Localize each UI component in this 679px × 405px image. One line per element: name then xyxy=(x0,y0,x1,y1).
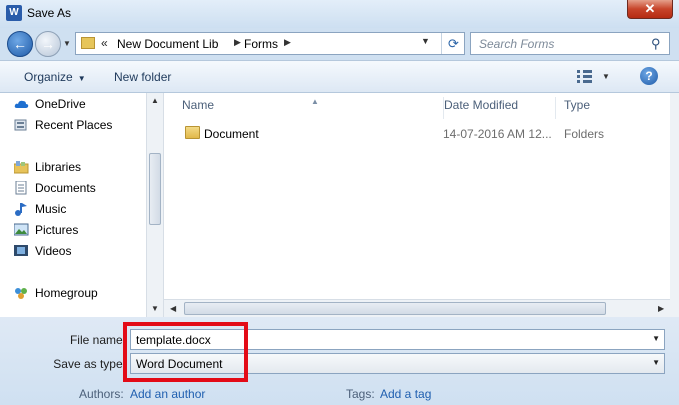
address-bar[interactable]: « New Document Lib ▶ Forms ▶ ▼ ⟳ xyxy=(75,32,465,55)
right-edge-scrollbar xyxy=(670,93,679,317)
sidebar-item-label: Documents xyxy=(35,181,96,195)
sidebar-item-homegroup[interactable]: Homegroup xyxy=(15,284,98,302)
sidebar-item-label: Music xyxy=(35,202,67,216)
view-dropdown-icon[interactable]: ▼ xyxy=(602,72,610,81)
breadcrumb-segment[interactable]: New Document Lib xyxy=(117,37,218,51)
organize-label: Organize xyxy=(24,70,73,84)
libraries-icon xyxy=(14,161,29,174)
scroll-up-icon[interactable]: ▲ xyxy=(151,96,159,105)
sidebar-item-label: Libraries xyxy=(35,160,82,174)
add-tag-link[interactable]: Add a tag xyxy=(380,387,431,401)
column-header-label: Name xyxy=(182,98,215,112)
column-header-label: Date Modified xyxy=(444,98,519,112)
horizontal-scrollbar[interactable]: ◀ ▶ xyxy=(164,299,671,317)
new-folder-button[interactable]: New folder xyxy=(114,70,171,84)
sidebar-scrollbar[interactable]: ▲ ▼ xyxy=(146,93,163,317)
sidebar-item-music[interactable]: Music xyxy=(15,200,67,218)
chevron-down-icon[interactable]: ▼ xyxy=(652,334,660,343)
file-name: Document xyxy=(204,127,259,141)
homegroup-icon xyxy=(15,288,27,299)
path-overflow-chevron[interactable]: « xyxy=(101,36,108,50)
close-button[interactable]: ✕ xyxy=(627,0,673,19)
pictures-icon xyxy=(14,223,29,236)
column-header-label: Type xyxy=(564,98,591,112)
save-type-label: Save as type: xyxy=(53,357,126,371)
refresh-icon[interactable]: ⟳ xyxy=(441,33,465,54)
word-icon: W xyxy=(6,5,22,21)
authors-label: Authors: xyxy=(79,387,124,401)
documents-icon xyxy=(15,181,27,195)
chevron-down-icon: ▼ xyxy=(77,74,86,83)
videos-icon xyxy=(14,245,28,256)
sidebar-item-onedrive[interactable]: OneDrive xyxy=(14,95,86,113)
help-icon[interactable]: ? xyxy=(640,67,658,85)
column-header-name[interactable]: ▲ Name xyxy=(174,97,444,119)
folder-icon xyxy=(185,126,200,139)
highlight-box xyxy=(123,322,248,382)
file-date: 14-07-2016 AM 12... xyxy=(443,127,552,141)
navigation-bar: ← → ▼ « New Document Lib ▶ Forms ▶ ▼ ⟳ S… xyxy=(0,28,679,60)
address-dropdown-icon[interactable]: ▼ xyxy=(421,36,430,46)
sidebar-item-label: OneDrive xyxy=(35,97,86,111)
tags-label: Tags: xyxy=(346,387,375,401)
search-input[interactable]: Search Forms ⚲ xyxy=(470,32,670,55)
folder-icon xyxy=(81,37,95,49)
navigation-pane: OneDrive Recent Places Libraries Documen… xyxy=(0,93,163,317)
sort-ascending-icon: ▲ xyxy=(311,97,319,106)
file-name-label: File name: xyxy=(69,333,126,347)
column-header-type[interactable]: Type xyxy=(556,97,666,119)
forward-button[interactable]: → xyxy=(35,31,61,57)
cloud-icon xyxy=(14,100,29,108)
breadcrumb-arrow-icon[interactable]: ▶ xyxy=(234,37,241,48)
column-header-date[interactable]: Date Modified xyxy=(436,97,556,119)
sidebar-item-label: Pictures xyxy=(35,223,79,237)
command-toolbar: Organize ▼ New folder ▼ ? xyxy=(0,60,679,93)
sidebar-item-libraries[interactable]: Libraries xyxy=(14,158,82,176)
sidebar-item-videos[interactable]: Videos xyxy=(14,242,72,260)
breadcrumb-segment[interactable]: Forms xyxy=(244,37,278,51)
sidebar-scroll-thumb[interactable] xyxy=(149,153,161,225)
view-options-icon[interactable] xyxy=(577,69,593,83)
scroll-down-icon[interactable]: ▼ xyxy=(151,304,159,313)
table-row[interactable]: Document 14-07-2016 AM 12... Folders xyxy=(164,123,671,145)
organize-button[interactable]: Organize ▼ xyxy=(24,70,86,84)
sidebar-item-label: Videos xyxy=(35,244,72,258)
sidebar-item-documents[interactable]: Documents xyxy=(15,179,96,197)
scroll-right-icon[interactable]: ▶ xyxy=(658,304,664,313)
window-title: Save As xyxy=(27,6,72,20)
scroll-left-icon[interactable]: ◀ xyxy=(170,304,176,313)
music-icon xyxy=(15,203,27,216)
chevron-down-icon[interactable]: ▼ xyxy=(652,358,660,367)
sidebar-item-label: Recent Places xyxy=(35,118,113,132)
search-icon[interactable]: ⚲ xyxy=(651,36,661,52)
title-bar: W Save As ✕ xyxy=(0,0,679,28)
horizontal-scroll-thumb[interactable] xyxy=(184,302,606,315)
save-form: File name: template.docx ▼ Save as type:… xyxy=(0,317,679,405)
sidebar-item-pictures[interactable]: Pictures xyxy=(14,221,79,239)
recent-places-icon xyxy=(14,119,27,131)
breadcrumb-arrow-icon[interactable]: ▶ xyxy=(284,37,291,48)
file-list: ▲ Name Date Modified Type Document 14-07… xyxy=(163,93,671,317)
recent-locations-dropdown[interactable]: ▼ xyxy=(63,39,71,48)
sidebar-item-label: Homegroup xyxy=(35,286,98,300)
sidebar-item-recent-places[interactable]: Recent Places xyxy=(14,116,113,134)
back-button[interactable]: ← xyxy=(7,31,33,57)
search-placeholder: Search Forms xyxy=(479,37,555,51)
add-author-link[interactable]: Add an author xyxy=(130,387,205,401)
file-type: Folders xyxy=(564,127,605,141)
